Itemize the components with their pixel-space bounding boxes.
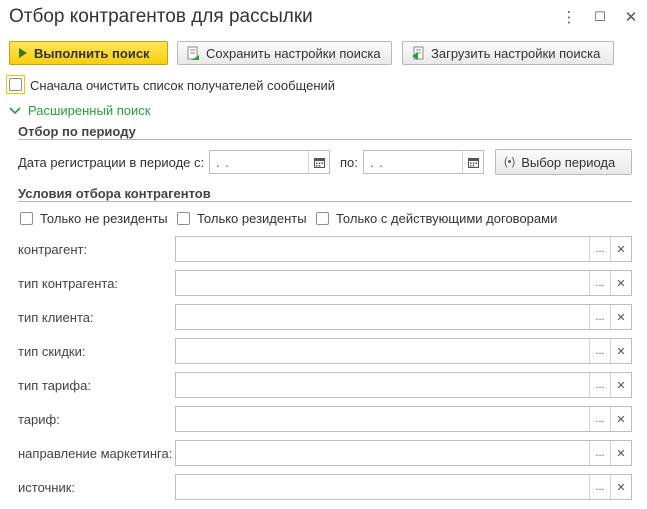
tariff-label: тариф:: [18, 412, 60, 427]
clear-icon[interactable]: ✕: [610, 305, 631, 329]
clear-icon[interactable]: ✕: [610, 441, 631, 465]
discount-type-label: тип скидки:: [18, 344, 86, 359]
marketing-direction-input[interactable]: ... ✕: [175, 440, 632, 466]
counterparty-type-label: тип контрагента:: [18, 276, 119, 291]
window-title: Отбор контрагентов для рассылки: [9, 6, 313, 27]
date-to-value: . .: [370, 154, 384, 170]
field-row-tariff: тариф: ... ✕: [0, 406, 647, 432]
clear-icon[interactable]: ✕: [610, 407, 631, 431]
choose-period-label: Выбор периода: [521, 154, 616, 170]
select-icon[interactable]: ...: [589, 407, 610, 431]
calendar-icon[interactable]: [308, 151, 329, 173]
non-residents-checkbox[interactable]: [20, 212, 33, 225]
client-type-label: тип клиента:: [18, 310, 94, 325]
play-icon: [18, 47, 28, 59]
residents-checkbox[interactable]: [177, 212, 190, 225]
field-row-source: источник: ... ✕: [0, 474, 647, 500]
select-icon[interactable]: ...: [589, 305, 610, 329]
tariff-type-label: тип тарифа:: [18, 378, 91, 393]
counterparty-type-input[interactable]: ... ✕: [175, 270, 632, 296]
active-contracts-checkbox[interactable]: [316, 212, 329, 225]
clear-icon[interactable]: ✕: [610, 373, 631, 397]
select-icon[interactable]: ...: [589, 237, 610, 261]
clear-icon[interactable]: ✕: [610, 237, 631, 261]
clear-icon[interactable]: ✕: [610, 271, 631, 295]
date-from-value: . .: [216, 154, 230, 170]
load-settings-button[interactable]: Загрузить настройки поиска: [402, 41, 614, 65]
period-select-icon: (•): [504, 156, 516, 168]
period-heading: Отбор по периоду: [18, 124, 136, 139]
run-search-button[interactable]: Выполнить поиск: [9, 41, 168, 65]
maximize-icon[interactable]: ☐: [591, 8, 609, 26]
clear-recipients-label: Сначала очистить список получателей сооб…: [30, 78, 336, 93]
tariff-type-input[interactable]: ... ✕: [175, 372, 632, 398]
save-settings-button[interactable]: Сохранить настройки поиска: [177, 41, 392, 65]
load-settings-label: Загрузить настройки поиска: [431, 45, 601, 61]
conditions-divider: [18, 201, 632, 202]
field-row-client-type: тип клиента: ... ✕: [0, 304, 647, 330]
advanced-search-toggle[interactable]: Расширенный поиск: [28, 103, 150, 118]
run-search-label: Выполнить поиск: [34, 45, 150, 61]
source-input[interactable]: ... ✕: [175, 474, 632, 500]
clear-icon[interactable]: ✕: [610, 475, 631, 499]
date-to-input[interactable]: . .: [363, 150, 484, 174]
close-icon[interactable]: ✕: [622, 8, 640, 26]
select-icon[interactable]: ...: [589, 475, 610, 499]
active-contracts-label: Только с действующими договорами: [336, 211, 558, 226]
choose-period-button[interactable]: (•) Выбор периода: [495, 149, 632, 175]
load-settings-icon: [411, 46, 425, 61]
select-icon[interactable]: ...: [589, 441, 610, 465]
select-icon[interactable]: ...: [589, 271, 610, 295]
field-row-discount-type: тип скидки: ... ✕: [0, 338, 647, 364]
client-type-input[interactable]: ... ✕: [175, 304, 632, 330]
counterparty-label: контрагент:: [18, 242, 88, 257]
select-icon[interactable]: ...: [589, 373, 610, 397]
date-to-label: по:: [340, 155, 358, 170]
residents-label: Только резиденты: [197, 211, 307, 226]
source-label: источник:: [18, 480, 76, 495]
registration-date-label: Дата регистрации в периоде с:: [18, 155, 205, 170]
period-divider: [18, 139, 632, 140]
field-row-counterparty: контрагент: ... ✕: [0, 236, 647, 262]
select-icon[interactable]: ...: [589, 339, 610, 363]
save-settings-label: Сохранить настройки поиска: [206, 45, 381, 61]
date-from-input[interactable]: . .: [209, 150, 330, 174]
clear-recipients-checkbox[interactable]: [9, 78, 22, 91]
non-residents-label: Только не резиденты: [40, 211, 168, 226]
clear-icon[interactable]: ✕: [610, 339, 631, 363]
field-row-marketing-direction: направление маркетинга: ... ✕: [0, 440, 647, 466]
calendar-icon[interactable]: [462, 151, 483, 173]
save-settings-icon: [186, 46, 200, 61]
discount-type-input[interactable]: ... ✕: [175, 338, 632, 364]
tariff-input[interactable]: ... ✕: [175, 406, 632, 432]
conditions-heading: Условия отбора контрагентов: [18, 186, 211, 201]
field-row-tariff-type: тип тарифа: ... ✕: [0, 372, 647, 398]
chevron-down-icon[interactable]: [9, 104, 21, 119]
more-icon[interactable]: ⋮: [560, 8, 578, 26]
field-row-counterparty-type: тип контрагента: ... ✕: [0, 270, 647, 296]
counterparty-input[interactable]: ... ✕: [175, 236, 632, 262]
marketing-direction-label: направление маркетинга:: [18, 446, 173, 461]
